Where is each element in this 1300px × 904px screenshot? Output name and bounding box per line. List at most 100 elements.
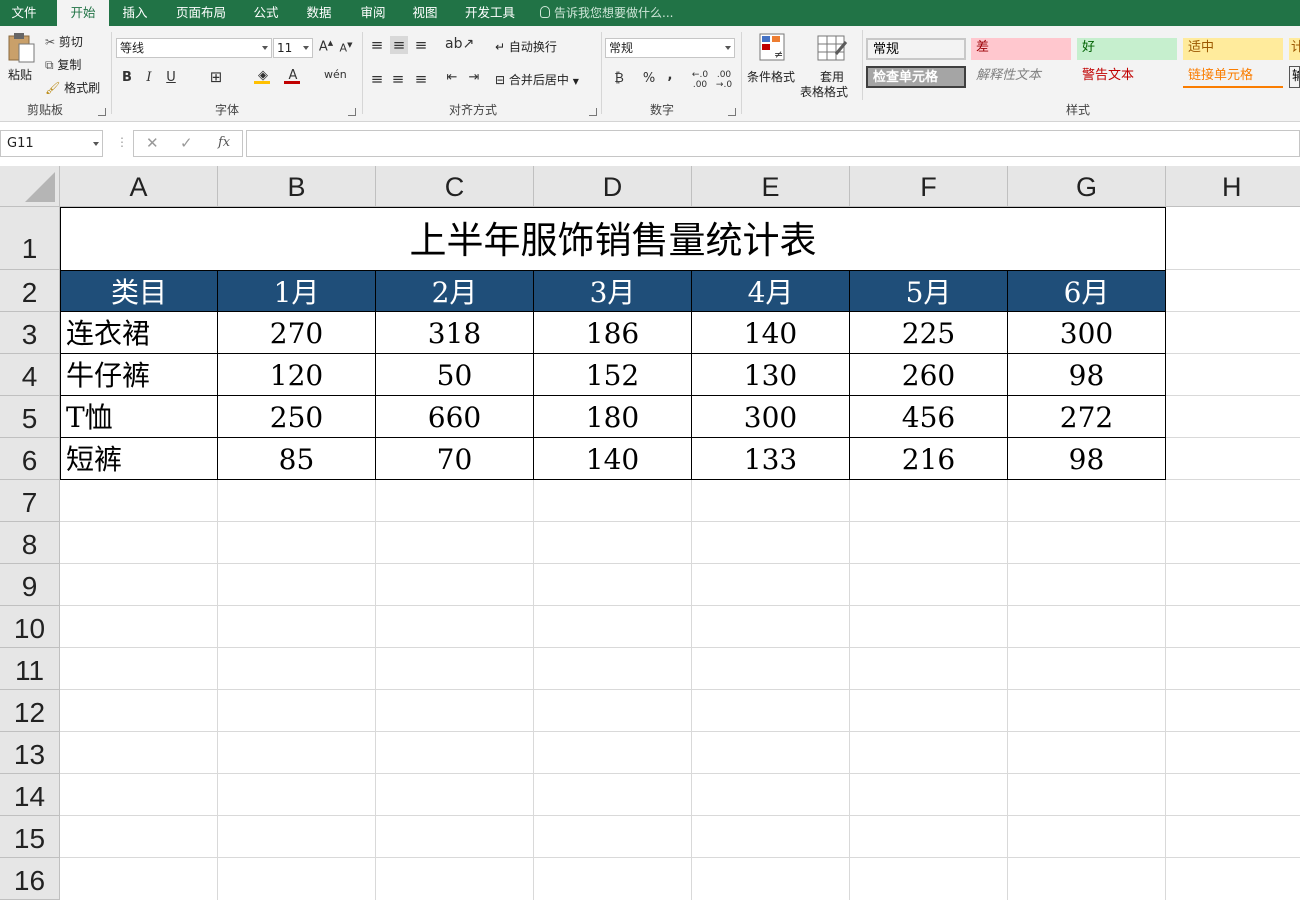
style-linked-cell[interactable]: 链接单元格 [1183,66,1283,88]
style-normal[interactable]: 常规 [866,38,966,60]
table-title[interactable]: 上半年服饰销售量统计表 [60,207,1166,270]
increase-decimal-icon[interactable]: ←.0.00 [690,70,710,90]
row-header-11[interactable]: 11 [0,648,60,690]
align-right-icon[interactable]: ≡ [413,70,429,88]
bold-button[interactable]: B [120,70,134,85]
fill-color-icon[interactable]: ◈ [254,68,272,84]
font-color-icon[interactable]: A [284,68,302,84]
style-overflow-1[interactable]: 计 [1289,38,1300,60]
data-cell[interactable]: 456 [850,396,1008,438]
column-header-a[interactable]: A [60,166,218,207]
column-header-f[interactable]: F [850,166,1008,207]
row-header-15[interactable]: 15 [0,816,60,858]
data-cell[interactable]: 260 [850,354,1008,396]
format-as-table-button[interactable]: 套用 表格格式 [800,30,860,99]
row-header-14[interactable]: 14 [0,774,60,816]
insert-function-button[interactable]: fx [218,135,230,150]
comma-button[interactable]: , [664,68,676,83]
align-bottom-icon[interactable]: ≡ [413,36,429,54]
italic-button[interactable]: I [142,70,156,85]
header-cell-month[interactable]: 5月 [850,270,1008,312]
row-header-5[interactable]: 5 [0,396,60,438]
header-cell-month[interactable]: 6月 [1008,270,1166,312]
header-cell-month[interactable]: 3月 [534,270,692,312]
row-header-10[interactable]: 10 [0,606,60,648]
row-header-12[interactable]: 12 [0,690,60,732]
data-cell[interactable]: 85 [218,438,376,480]
enter-icon[interactable]: ✓ [180,134,193,152]
data-cell[interactable]: 152 [534,354,692,396]
decrease-font-icon[interactable]: A▼ [338,41,354,55]
data-cell[interactable]: 140 [534,438,692,480]
row-header-7[interactable]: 7 [0,480,60,522]
number-launcher-icon[interactable] [728,108,736,116]
tab-home[interactable]: 开始 [57,0,109,26]
row-header-13[interactable]: 13 [0,732,60,774]
align-left-icon[interactable]: ≡ [369,70,385,88]
data-cell[interactable]: 180 [534,396,692,438]
data-cell[interactable]: 120 [218,354,376,396]
decrease-indent-icon[interactable]: ⇤ [443,70,461,85]
tab-developer[interactable]: 开发工具 [457,0,523,26]
data-cell[interactable]: 225 [850,312,1008,354]
conditional-formatting-button[interactable]: ≠ 条件格式 [746,30,800,96]
header-cell-month[interactable]: 1月 [218,270,376,312]
data-cell[interactable]: 270 [218,312,376,354]
underline-button[interactable]: U [164,70,178,85]
align-middle-icon[interactable]: ≡ [390,36,408,54]
cancel-icon[interactable]: ✕ [146,134,159,152]
alignment-launcher-icon[interactable] [589,108,597,116]
data-cell[interactable]: 70 [376,438,534,480]
data-cell-category[interactable]: T恤 [60,396,218,438]
format-painter-button[interactable]: 🖌 格式刷 [45,79,100,96]
data-cell[interactable]: 186 [534,312,692,354]
style-neutral[interactable]: 适中 [1183,38,1283,60]
data-cell-category[interactable]: 连衣裙 [60,312,218,354]
tab-data[interactable]: 数据 [296,0,342,26]
row-header-6[interactable]: 6 [0,438,60,480]
row-header-4[interactable]: 4 [0,354,60,396]
percent-button[interactable]: % [642,71,656,86]
tab-page-layout[interactable]: 页面布局 [168,0,234,26]
phonetic-icon[interactable]: wén [324,68,347,81]
column-header-b[interactable]: B [218,166,376,207]
orientation-icon[interactable]: ab↗ [445,36,474,52]
row-header-8[interactable]: 8 [0,522,60,564]
font-size-select[interactable]: 11 [273,38,313,58]
paste-button[interactable]: 粘贴 [4,30,38,90]
tab-review[interactable]: 审阅 [350,0,396,26]
style-bad[interactable]: 差 [971,38,1071,60]
data-cell[interactable]: 300 [1008,312,1166,354]
data-cell-category[interactable]: 牛仔裤 [60,354,218,396]
data-cell[interactable]: 216 [850,438,1008,480]
style-check-cell[interactable]: 检查单元格 [866,66,966,88]
data-cell[interactable]: 318 [376,312,534,354]
data-cell[interactable]: 250 [218,396,376,438]
row-header-1[interactable]: 1 [0,207,60,270]
tab-insert[interactable]: 插入 [112,0,158,26]
merge-center-button[interactable]: ⊟ 合并后居中 ▼ [495,71,579,88]
data-cell-category[interactable]: 短裤 [60,438,218,480]
data-cell[interactable]: 98 [1008,354,1166,396]
data-cell[interactable]: 140 [692,312,850,354]
tab-view[interactable]: 视图 [402,0,448,26]
tab-file[interactable]: 文件 [2,0,46,26]
tell-me-box[interactable]: 告诉我您想要做什么... [540,0,673,26]
font-name-select[interactable]: 等线 [116,38,272,58]
style-overflow-2[interactable]: 输 [1289,66,1300,88]
data-cell[interactable]: 660 [376,396,534,438]
style-explanatory[interactable]: 解释性文本 [971,66,1071,88]
header-cell-category[interactable]: 类目 [60,270,218,312]
select-all-button[interactable] [0,166,60,207]
data-cell[interactable]: 50 [376,354,534,396]
tab-formulas[interactable]: 公式 [243,0,289,26]
column-header-e[interactable]: E [692,166,850,207]
row-header-2[interactable]: 2 [0,270,60,312]
data-cell[interactable]: 98 [1008,438,1166,480]
formula-input[interactable] [246,130,1300,157]
decrease-decimal-icon[interactable]: .00 →.0 [714,70,734,90]
name-box[interactable]: G11 [0,130,103,157]
row-header-16[interactable]: 16 [0,858,60,900]
font-launcher-icon[interactable] [348,108,356,116]
header-cell-month[interactable]: 2月 [376,270,534,312]
